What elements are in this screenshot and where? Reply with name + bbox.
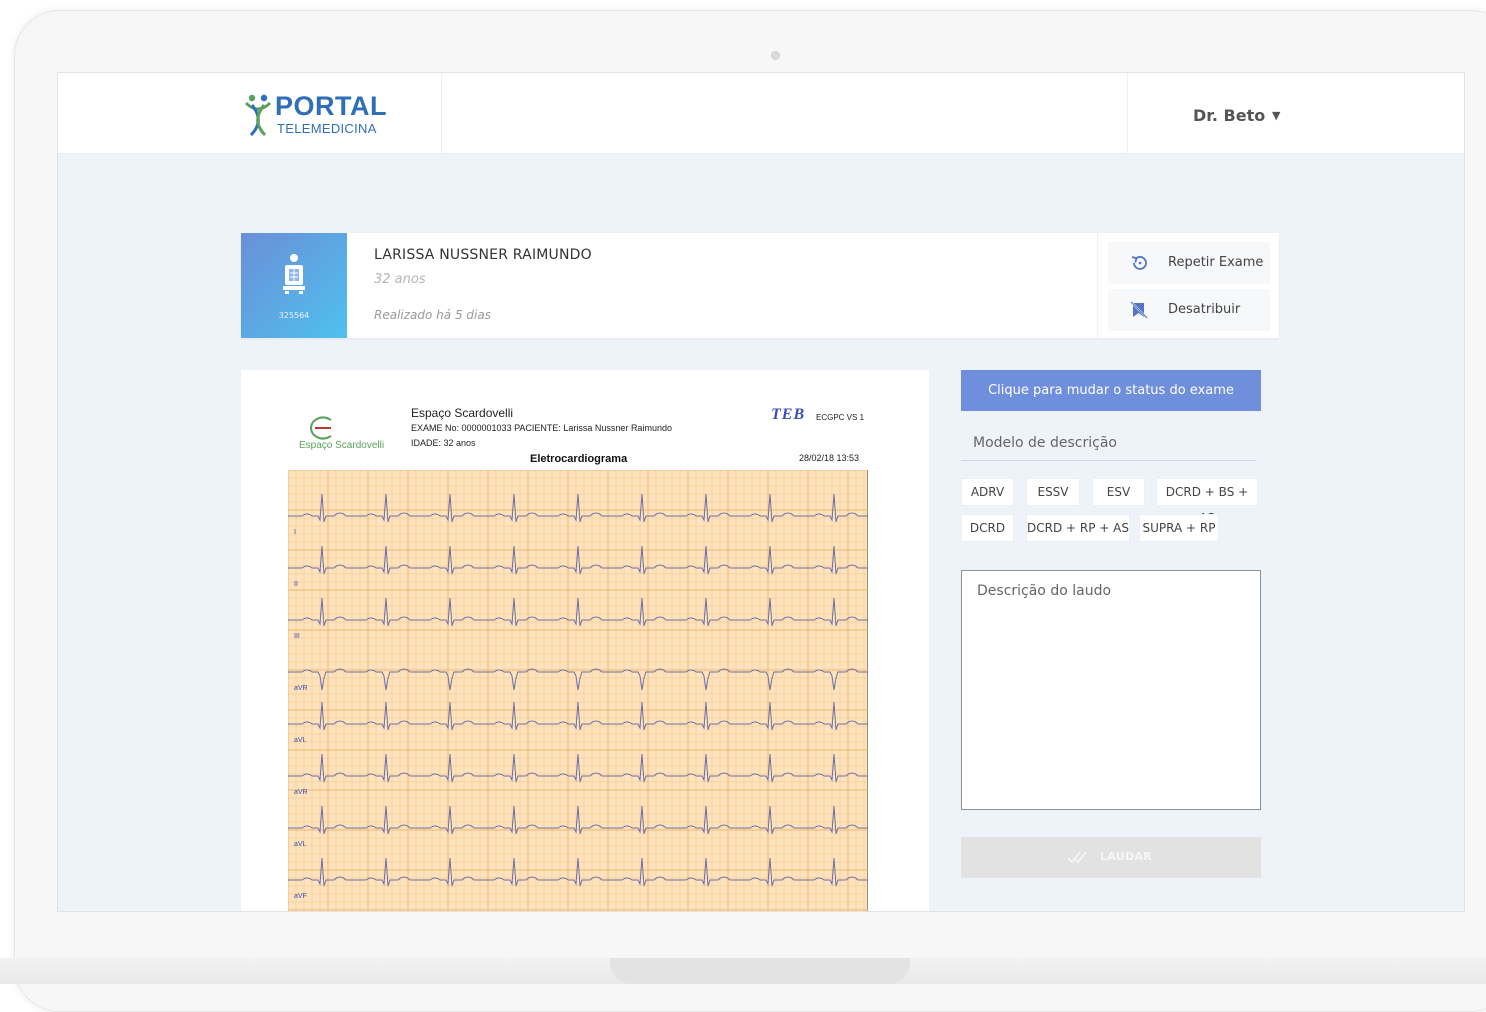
logo[interactable]: PORTAL TELEMEDICINA [223, 73, 442, 153]
ecg-lead-label: I [294, 529, 296, 536]
ecg-report: Espaço Scardovelli Espaço Scardovelli EX… [241, 370, 929, 911]
clinic-logo-text: Espaço Scardovelli [299, 440, 385, 451]
unassign-label: Desatribuir [1168, 302, 1241, 317]
top-bar: PORTAL TELEMEDICINA Dr. Beto ▼ [58, 73, 1464, 154]
description-model-label: Modelo de descrição [973, 435, 1117, 451]
user-menu[interactable]: Dr. Beto ▼ [1127, 73, 1328, 153]
portal-logo-icon [244, 94, 272, 137]
user-name: Dr. Beto [1193, 106, 1266, 125]
description-model-select[interactable]: Modelo de descrição [961, 430, 1256, 461]
change-status-button[interactable]: Clique para mudar o status do exame [961, 370, 1261, 411]
ecg-lead-label: aVR [294, 685, 308, 692]
unassign-icon [1130, 301, 1148, 319]
ecg-lead-label: aVL [294, 737, 307, 744]
patient-name: LARISSA NUSSNER RAIMUNDO [374, 247, 592, 263]
ecg-lead-label: aVF [294, 893, 307, 900]
exam-badge: 325564 [241, 233, 347, 338]
repeat-exam-label: Repetir Exame [1168, 255, 1264, 270]
clinic-logo-icon [310, 416, 332, 440]
chip-essv[interactable]: ESSV [1026, 478, 1080, 506]
logo-title: PORTAL [275, 91, 387, 121]
description-placeholder: Descrição do laudo [977, 583, 1112, 599]
ecg-trace-grid: IIIIIIaVRaVLaVRaVLaVF [288, 470, 868, 911]
ecg-lead-label: II [294, 581, 298, 588]
chip-esv[interactable]: ESV [1092, 478, 1145, 506]
app-screen: PORTAL TELEMEDICINA Dr. Beto ▼ 325564 LA… [57, 72, 1465, 912]
chip-adrv[interactable]: ADRV [961, 478, 1014, 506]
laudar-label: LAUDAR [1100, 850, 1153, 863]
caret-down-icon: ▼ [1272, 109, 1281, 122]
ecg-grid-background [288, 470, 868, 911]
patient-age-info: IDADE: 32 anos [411, 438, 476, 448]
laudar-button[interactable]: LAUDAR [961, 837, 1261, 878]
patient-card: 325564 LARISSA NUSSNER RAIMUNDO 32 anos … [241, 233, 1279, 338]
laptop-notch [610, 958, 910, 984]
device-brand: TEB [771, 406, 806, 423]
unassign-button[interactable]: Desatribuir [1108, 289, 1270, 331]
chip-supra-rp[interactable]: SUPRA + RP [1139, 514, 1219, 542]
exam-performed-date: Realizado há 5 dias [374, 308, 491, 322]
chip-dcrd-bs-as[interactable]: DCRD + BS + AS [1156, 478, 1258, 525]
device-model: ECGPC VS 1 [816, 413, 865, 422]
patient-age: 32 anos [374, 272, 426, 287]
ecg-lead-label: aVL [294, 841, 307, 848]
camera-dot [771, 51, 780, 60]
xray-icon [283, 254, 305, 294]
exam-info: EXAME No: 0000001033 PACIENTE: Larissa N… [411, 423, 672, 433]
repeat-icon [1131, 256, 1147, 270]
ecg-lead-label: aVR [294, 789, 308, 796]
ecg-datetime: 28/02/18 13:53 [799, 453, 860, 463]
exam-actions: Repetir Exame Desatribuir [1097, 233, 1280, 338]
chip-dcrd[interactable]: DCRD [961, 514, 1014, 542]
clinic-name: Espaço Scardovelli [411, 406, 514, 420]
report-description-textarea[interactable]: Descrição do laudo [961, 570, 1261, 810]
repeat-exam-button[interactable]: Repetir Exame [1108, 242, 1270, 284]
ecg-title: Eletrocardiograma [530, 453, 628, 465]
chip-dcrd-rp-as[interactable]: DCRD + RP + AS [1026, 514, 1130, 542]
double-check-icon [1067, 851, 1087, 864]
logo-subtitle: TELEMEDICINA [277, 121, 377, 136]
exam-id: 325564 [278, 311, 310, 320]
ecg-lead-label: III [294, 633, 300, 640]
